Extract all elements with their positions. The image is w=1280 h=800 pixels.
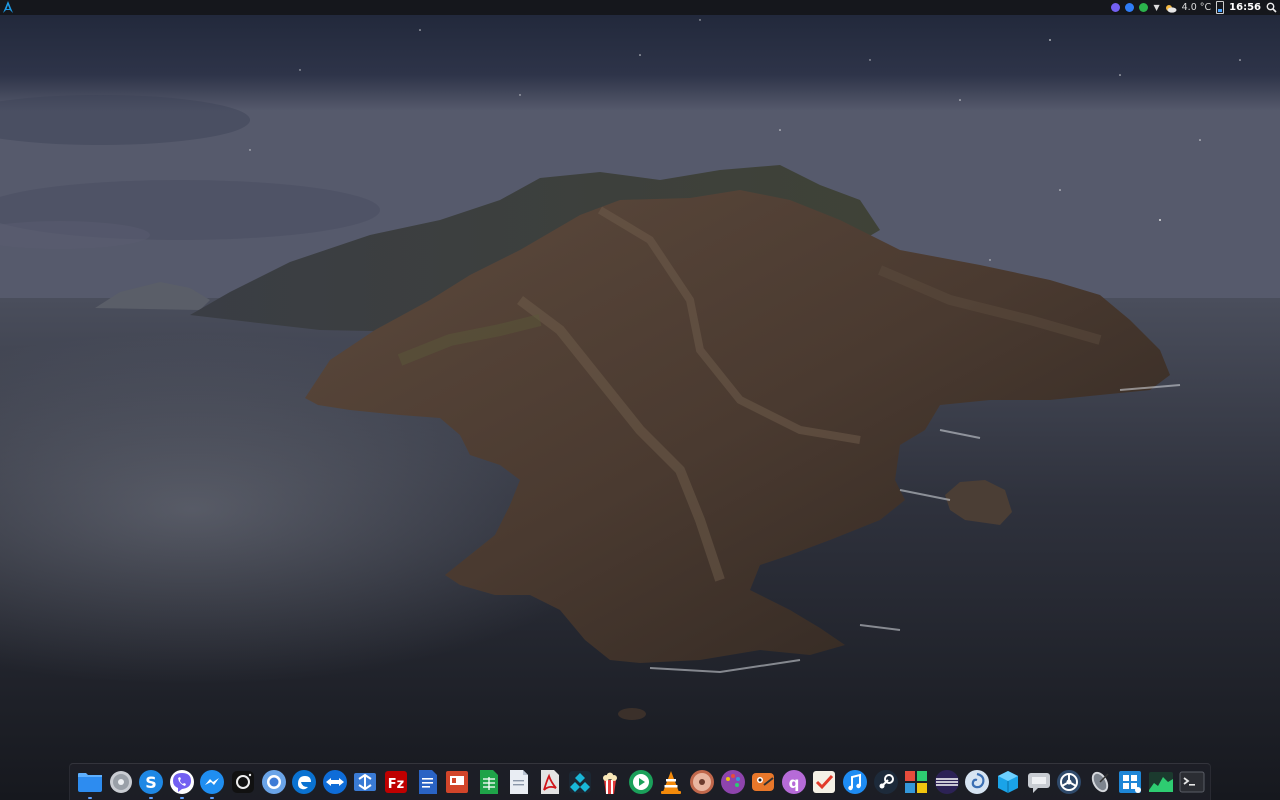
dock-item-messenger[interactable] (198, 768, 226, 799)
teamviewer-icon (321, 768, 349, 796)
vlc-cone-icon (657, 768, 685, 796)
svg-text:S: S (145, 773, 157, 792)
dock-item-chat[interactable] (1025, 768, 1053, 796)
arch-logo-icon[interactable] (2, 0, 14, 15)
messenger-icon (198, 768, 226, 796)
terminal-icon (1178, 768, 1206, 796)
graph-area-icon (1147, 768, 1175, 796)
document-blue-icon (413, 768, 441, 796)
spreadsheet-icon (474, 768, 502, 796)
dock-item-cloud-sync[interactable] (963, 768, 991, 796)
search-icon[interactable] (1266, 2, 1277, 13)
running-indicator (179, 797, 184, 799)
wheel-icon (1055, 768, 1083, 796)
dock-item-eclipse[interactable] (933, 768, 961, 796)
svg-text:q: q (788, 774, 799, 792)
dock-item-presentation[interactable] (443, 768, 471, 796)
dock-items: S Fz q (70, 764, 1210, 800)
tray-expand-icon[interactable]: ▼ (1153, 0, 1159, 15)
dock-item-pdf-reader[interactable] (535, 768, 563, 796)
filezilla-icon: Fz (382, 768, 410, 796)
dock-item-satellite[interactable] (1086, 768, 1114, 796)
document-white-icon (504, 768, 532, 796)
palette-icon (719, 768, 747, 796)
chromium-icon (260, 768, 288, 796)
disc-icon (688, 768, 716, 796)
swirl-icon (963, 768, 991, 796)
running-indicator (88, 797, 92, 799)
disk-icon (107, 768, 135, 796)
dock-item-music[interactable] (841, 768, 869, 796)
network-arrows-icon (351, 768, 379, 796)
dock-item-terminal[interactable] (1178, 768, 1206, 796)
wallpaper-image (0, 0, 1280, 800)
popcorn-icon (596, 768, 624, 796)
dock-item-kodi[interactable] (566, 768, 594, 796)
gimp-icon (749, 768, 777, 796)
dock-item-edge[interactable] (290, 768, 318, 796)
music-note-icon (841, 768, 869, 796)
dock-item-windows-vm[interactable] (1116, 768, 1144, 796)
running-indicator (210, 797, 215, 799)
battery-icon[interactable] (1216, 1, 1225, 14)
dock-item-color-picker[interactable] (719, 768, 747, 796)
dock-item-teamviewer[interactable] (321, 768, 349, 796)
dock-item-media-player[interactable] (627, 768, 655, 796)
steam-icon (872, 768, 900, 796)
play-circle-icon (627, 768, 655, 796)
camera-icon (229, 768, 257, 796)
eclipse-icon (933, 768, 961, 796)
dock-item-vlc[interactable] (657, 768, 685, 796)
dock-item-qbittorrent[interactable]: q (780, 768, 808, 796)
dock: S Fz q (69, 763, 1211, 800)
dock-item-spreadsheet[interactable] (474, 768, 502, 796)
edge-icon (290, 768, 318, 796)
dock-item-disks[interactable] (107, 768, 135, 796)
speech-bubble-icon (1025, 768, 1053, 796)
dock-item-text-document[interactable] (504, 768, 532, 796)
kodi-icon (566, 768, 594, 796)
dock-item-viber[interactable] (168, 768, 196, 799)
skype-icon: S (137, 768, 165, 796)
dock-item-steam[interactable] (872, 768, 900, 796)
messenger-tray-icon[interactable] (1125, 3, 1135, 12)
weather-temperature[interactable]: 4.0 °C (1182, 0, 1212, 15)
qbittorrent-icon: q (780, 768, 808, 796)
dock-item-files[interactable] (76, 768, 104, 799)
viber-icon (168, 768, 196, 796)
clock[interactable]: 16:56 (1229, 0, 1261, 15)
cloud-sun-icon[interactable] (1165, 3, 1177, 13)
dock-item-network-transfer[interactable] (351, 768, 379, 796)
dock-item-task-manager[interactable] (810, 768, 838, 796)
desktop: ▼ 4.0 °C 16:56 S Fz q (0, 0, 1280, 800)
dock-item-filezilla[interactable]: Fz (382, 768, 410, 796)
dock-item-chromium[interactable] (260, 768, 288, 796)
running-indicator (149, 797, 154, 799)
satellite-dish-icon (1086, 768, 1114, 796)
dock-item-camera[interactable] (229, 768, 257, 796)
checklist-icon (810, 768, 838, 796)
folder-icon (76, 768, 104, 796)
colored-tiles-icon (902, 768, 930, 796)
dock-item-popcorn-time[interactable] (596, 768, 624, 796)
dock-item-software-center[interactable] (902, 768, 930, 796)
dock-item-disc-burner[interactable] (688, 768, 716, 796)
update-check-icon[interactable] (1139, 3, 1149, 12)
dock-item-skype[interactable]: S (137, 768, 165, 799)
windows-icon (1116, 768, 1144, 796)
svg-text:Fz: Fz (388, 777, 404, 792)
viber-tray-icon[interactable] (1111, 3, 1121, 12)
dock-item-system-monitor[interactable] (1147, 768, 1175, 796)
dock-item-writer[interactable] (413, 768, 441, 796)
top-panel: ▼ 4.0 °C 16:56 (0, 0, 1280, 15)
cube-icon (994, 768, 1022, 796)
dock-item-virtualbox[interactable] (994, 768, 1022, 796)
dock-item-gimp[interactable] (749, 768, 777, 796)
dock-item-settings-wheel[interactable] (1055, 768, 1083, 796)
pdf-icon (535, 768, 563, 796)
presentation-icon (443, 768, 471, 796)
